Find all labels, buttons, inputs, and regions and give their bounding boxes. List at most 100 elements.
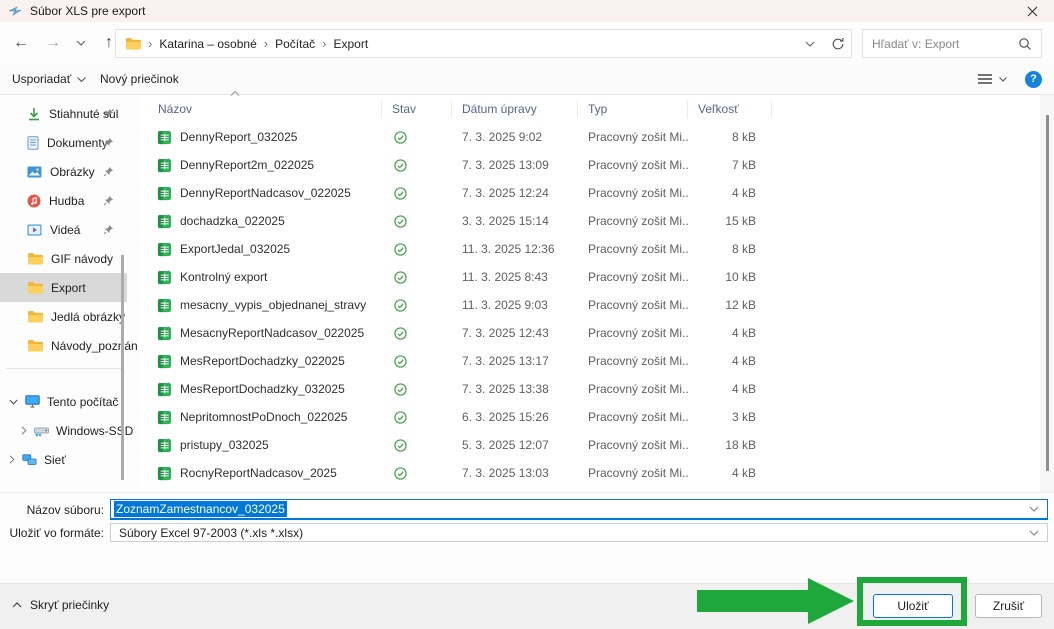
pin-icon [103, 137, 114, 148]
sidebar-item-gif-n-vody[interactable]: GIF návody [0, 244, 127, 273]
back-button[interactable]: ← [12, 34, 30, 52]
sidebar-item-export[interactable]: Export [0, 273, 127, 302]
sidebar-item-hudba[interactable]: Hudba [0, 186, 127, 215]
file-row-dennyreport-032025[interactable]: DennyReport_0320257. 3. 2025 9:02Pracovn… [140, 123, 1040, 151]
chevron-down-icon[interactable] [9, 399, 18, 405]
help-icon[interactable]: ? [1025, 71, 1042, 88]
sidebar-item-n-vody-pozn-n[interactable]: Návody_poznán [0, 331, 127, 360]
file-date-modified: 7. 3. 2025 13:38 [452, 382, 578, 396]
file-row-dochadzka-022025[interactable]: dochadzka_0220253. 3. 2025 15:14Pracovný… [140, 207, 1040, 235]
folder-icon [27, 252, 43, 265]
file-row-rocnyreportnadcasov-2025[interactable]: RocnyReportNadcasov_20257. 3. 2025 13:03… [140, 459, 1040, 487]
view-options-button[interactable] [977, 73, 1007, 85]
file-name: mesacny_vypis_objednanej_stravy [180, 298, 366, 312]
file-row-kontroln-export[interactable]: Kontrolný export11. 3. 2025 8:43Pracovný… [140, 263, 1040, 291]
video-icon [27, 224, 42, 236]
excel-file-icon [157, 186, 172, 201]
file-name: DennyReport_032025 [180, 130, 297, 144]
address-dropdown-chevron-icon[interactable] [805, 41, 815, 47]
close-button[interactable] [1010, 0, 1054, 22]
file-row-mesreportdochadzky-022025[interactable]: MesReportDochadzky_022025 7. 3. 2025 13:1… [140, 347, 1040, 375]
file-type: Pracovný zošit Mi... [578, 382, 688, 396]
network-icon [22, 454, 37, 466]
breadcrumb-item-pocitac[interactable]: Počítač [275, 37, 315, 51]
annotation-arrow [697, 590, 809, 612]
search-icon[interactable] [1018, 37, 1032, 51]
column-header-type[interactable]: Typ [578, 100, 688, 118]
breadcrumb-item-export[interactable]: Export [333, 37, 368, 51]
search-input[interactable]: Hľadať v: Export [862, 29, 1042, 58]
organize-label: Usporiadať [12, 72, 71, 86]
file-date-modified: 7. 3. 2025 13:17 [452, 354, 578, 368]
file-row-dennyreportnadcasov-022025[interactable]: DennyReportNadcasov_0220257. 3. 2025 12:… [140, 179, 1040, 207]
list-scrollbar[interactable] [1046, 115, 1049, 471]
chevron-down-icon[interactable] [1029, 530, 1039, 536]
chevron-up-icon [12, 602, 22, 608]
file-date-modified: 7. 3. 2025 9:02 [452, 130, 578, 144]
file-row-mesacny-vypis-objednanej-stravy[interactable]: mesacny_vypis_objednanej_stravy 11. 3. 20… [140, 291, 1040, 319]
forward-button[interactable]: → [44, 34, 62, 52]
column-header-size[interactable]: Veľkosť [688, 100, 772, 118]
address-bar[interactable]: › Katarina – osobné › Počítač › Export [115, 29, 852, 58]
new-folder-label: Nový priečinok [100, 72, 179, 86]
pin-icon [103, 108, 114, 119]
excel-file-icon [157, 354, 172, 369]
refresh-icon[interactable] [831, 37, 845, 51]
annotation-arrow-head [808, 578, 854, 624]
file-name: DennyReport2m_022025 [180, 158, 314, 172]
synced-check-icon [394, 215, 407, 228]
sidebar-item-stiahnut-s-l[interactable]: Stiahnuté súl [0, 99, 127, 128]
sidebar-item-jedl-obr-zky[interactable]: Jedlá obrázky [0, 302, 127, 331]
recent-locations-chevron-icon[interactable] [76, 40, 86, 46]
quick-access-list: Stiahnuté súlDokumentyObrázkyHudba Videá G… [0, 99, 127, 360]
file-row-nepritomnostpodnoch-022025[interactable]: NepritomnostPoDnoch_0220256. 3. 2025 15:… [140, 403, 1040, 431]
sidebar-item-sie[interactable]: Sieť [0, 445, 127, 474]
filename-label: Názov súboru: [2, 503, 104, 517]
breadcrumb-item-katarina[interactable]: Katarina – osobné [159, 37, 256, 51]
save-fields-panel: Názov súboru: ZoznamZamestnancov_032025 … [0, 492, 1054, 583]
file-row-exportjedal-032025[interactable]: ExportJedal_03202511. 3. 2025 12:36Praco… [140, 235, 1040, 263]
file-row-dennyreport2m-022025[interactable]: DennyReport2m_0220257. 3. 2025 13:09Prac… [140, 151, 1040, 179]
filename-input[interactable]: ZoznamZamestnancov_032025 [110, 499, 1048, 520]
sidebar-item-label: Videá [50, 223, 80, 237]
hide-folders-button[interactable]: Skryť priečinky [12, 598, 109, 612]
file-date-modified: 11. 3. 2025 9:03 [452, 298, 578, 312]
sidebar-item-obr-zky[interactable]: Obrázky [0, 157, 127, 186]
file-row-pristupy-032025[interactable]: pristupy_0320255. 3. 2025 12:07Pracovný … [140, 431, 1040, 459]
sidebar-item-tento-po-ta[interactable]: Tento počítač [0, 387, 127, 416]
folder-icon [27, 310, 43, 323]
pin-icon [103, 166, 114, 177]
sidebar-item-label: Export [51, 281, 86, 295]
sidebar-item-dokumenty[interactable]: Dokumenty [0, 128, 127, 157]
file-row-mesacnyreportnadcasov-022025[interactable]: MesacnyReportNadcasov_0220257. 3. 2025 1… [140, 319, 1040, 347]
cancel-button[interactable]: Zrušiť [975, 594, 1042, 618]
breadcrumb-separator: › [322, 36, 326, 51]
excel-file-icon [157, 158, 172, 173]
file-name: RocnyReportNadcasov_2025 [180, 466, 337, 480]
chevron-right-icon[interactable] [21, 426, 27, 435]
file-row-mesreportdochadzky-032025[interactable]: MesReportDochadzky_032025 7. 3. 2025 13:3… [140, 375, 1040, 403]
sidebar-item-vide[interactable]: Videá [0, 215, 127, 244]
excel-file-icon [157, 326, 172, 341]
file-size: 10 kB [688, 270, 772, 284]
file-type: Pracovný zošit Mi... [578, 242, 688, 256]
column-header-status[interactable]: Stav [382, 100, 452, 118]
sidebar-item-label: Sieť [44, 453, 66, 467]
file-name: MesReportDochadzky_022025 [180, 354, 345, 368]
pictures-icon [27, 166, 42, 178]
organize-button[interactable]: Usporiadať [12, 64, 86, 94]
format-select[interactable]: Súbory Excel 97-2003 (*.xls *.xlsx) [110, 523, 1048, 542]
chevron-right-icon[interactable] [9, 455, 15, 464]
excel-file-icon [157, 382, 172, 397]
file-name: MesReportDochadzky_032025 [180, 382, 345, 396]
column-header-date-modified[interactable]: Dátum úpravy [452, 100, 578, 118]
new-folder-button[interactable]: Nový priečinok [100, 64, 179, 94]
file-name: pristupy_032025 [180, 438, 269, 452]
column-header-name[interactable]: Názov [140, 100, 382, 118]
sidebar-item-label: Jedlá obrázky [51, 310, 125, 324]
sidebar-scrollbar[interactable] [121, 255, 124, 480]
file-size: 7 kB [688, 158, 772, 172]
file-type: Pracovný zošit Mi... [578, 298, 688, 312]
sidebar-item-windows-ssd[interactable]: Windows-SSD [0, 416, 127, 445]
chevron-down-icon[interactable] [1029, 506, 1039, 512]
